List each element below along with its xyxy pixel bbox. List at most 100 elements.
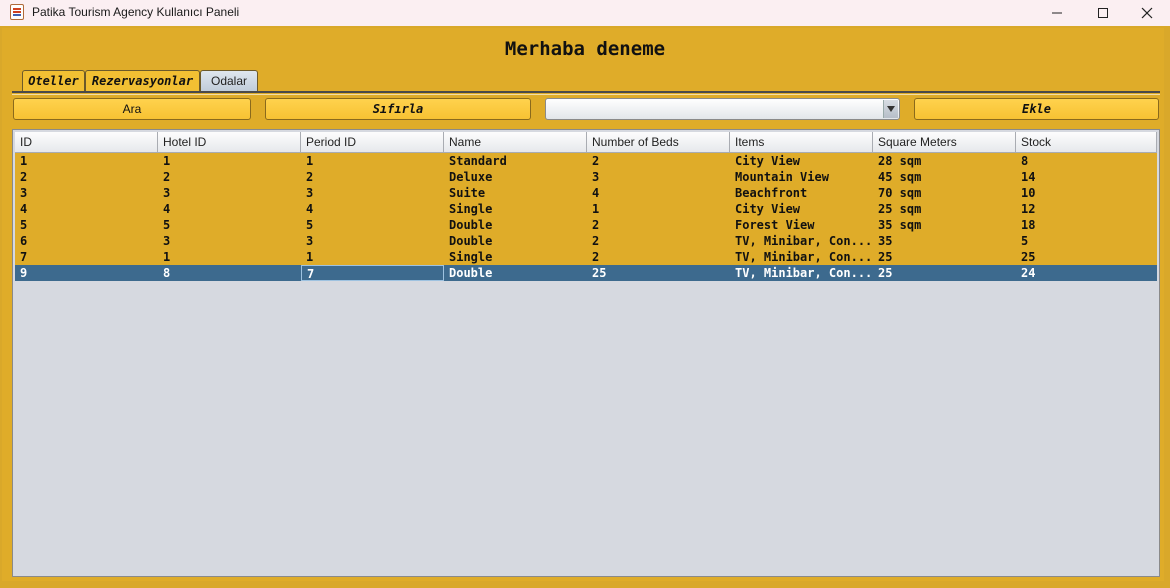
table-cell[interactable]: 3: [158, 233, 301, 249]
table-row[interactable]: 4 4 4 Single 1 City View 25 sqm 12: [15, 201, 1157, 217]
table-cell[interactable]: TV, Minibar, Con...: [730, 249, 873, 265]
table-cell[interactable]: 1: [587, 201, 730, 217]
table-cell[interactable]: Single: [444, 249, 587, 265]
tab-divider: [12, 91, 1160, 93]
table-cell[interactable]: 18: [1016, 217, 1157, 233]
table-cell[interactable]: 35: [873, 233, 1016, 249]
column-header[interactable]: Name: [444, 132, 587, 153]
table-cell[interactable]: Suite: [444, 185, 587, 201]
close-icon: [1141, 7, 1153, 19]
table-cell[interactable]: 1: [301, 153, 444, 169]
table-cell[interactable]: 2: [15, 169, 158, 185]
table-cell[interactable]: Standard: [444, 153, 587, 169]
table-cell[interactable]: 25: [1016, 249, 1157, 265]
table-cell[interactable]: 35 sqm: [873, 217, 1016, 233]
table-cell[interactable]: 4: [587, 185, 730, 201]
table-cell[interactable]: 2: [301, 169, 444, 185]
table-cell[interactable]: 45 sqm: [873, 169, 1016, 185]
table-cell[interactable]: 7: [15, 249, 158, 265]
table-row[interactable]: 3 3 3 Suite 4 Beachfront 70 sqm 10: [15, 185, 1157, 201]
table-cell[interactable]: 8: [1016, 153, 1157, 169]
minimize-button[interactable]: [1034, 0, 1080, 26]
table-header: ID Hotel ID Period ID Name Number of Beds Ite…: [15, 132, 1157, 153]
table-cell[interactable]: 25 sqm: [873, 201, 1016, 217]
maximize-button[interactable]: [1080, 0, 1126, 26]
table-cell[interactable]: 5: [1016, 233, 1157, 249]
table-cell[interactable]: Double: [444, 265, 587, 281]
column-header[interactable]: ID: [15, 132, 158, 153]
maximize-icon: [1098, 8, 1108, 18]
minimize-icon: [1052, 12, 1062, 14]
table-cell[interactable]: 3: [15, 185, 158, 201]
search-button[interactable]: Ara: [13, 98, 251, 120]
table-cell[interactable]: 10: [1016, 185, 1157, 201]
table-row[interactable]: 1 1 1 Standard 2 City View 28 sqm 8: [15, 153, 1157, 169]
table-cell[interactable]: 2: [158, 169, 301, 185]
table-cell[interactable]: 1: [15, 153, 158, 169]
java-app-icon: [10, 4, 24, 20]
table-cell[interactable]: Double: [444, 217, 587, 233]
column-header[interactable]: Square Meters: [873, 132, 1016, 153]
filter-combobox[interactable]: [545, 98, 900, 120]
add-button[interactable]: Ekle: [914, 98, 1159, 120]
table-cell[interactable]: 4: [15, 201, 158, 217]
table-cell[interactable]: City View: [730, 201, 873, 217]
reset-button[interactable]: Sıfırla: [265, 98, 531, 120]
table-cell[interactable]: 2: [587, 249, 730, 265]
tab-oteller[interactable]: Oteller: [22, 70, 85, 91]
column-header[interactable]: Items: [730, 132, 873, 153]
table-cell[interactable]: 3: [301, 185, 444, 201]
chevron-down-icon[interactable]: [883, 100, 898, 118]
column-header[interactable]: Hotel ID: [158, 132, 301, 153]
table-cell[interactable]: 2: [587, 217, 730, 233]
table-row[interactable]: 6 3 3 Double 2 TV, Minibar, Con... 35 5: [15, 233, 1157, 249]
table-cell[interactable]: Deluxe: [444, 169, 587, 185]
table-cell[interactable]: 25: [873, 265, 1016, 281]
table-cell[interactable]: 24: [1016, 265, 1157, 281]
table-cell[interactable]: 1: [158, 153, 301, 169]
table-cell[interactable]: 5: [301, 217, 444, 233]
table-cell[interactable]: 12: [1016, 201, 1157, 217]
table-cell[interactable]: 70 sqm: [873, 185, 1016, 201]
tab-odalar[interactable]: Odalar: [200, 70, 258, 92]
table-cell[interactable]: 9: [15, 265, 158, 281]
table-cell[interactable]: 2: [587, 233, 730, 249]
table-cell[interactable]: TV, Minibar, Con...: [730, 233, 873, 249]
tab-rezervasyonlar[interactable]: Rezervasyonlar: [85, 70, 200, 91]
table-cell[interactable]: Beachfront: [730, 185, 873, 201]
rooms-table[interactable]: ID Hotel ID Period ID Name Number of Beds Ite…: [12, 129, 1160, 577]
table-cell[interactable]: 25: [873, 249, 1016, 265]
table-row[interactable]: 7 1 1 Single 2 TV, Minibar, Con... 25 25: [15, 249, 1157, 265]
close-button[interactable]: [1124, 0, 1170, 26]
table-cell[interactable]: 8: [158, 265, 301, 281]
table-cell[interactable]: Double: [444, 233, 587, 249]
tab-divider-highlight: [12, 94, 1160, 95]
title-bar: Patika Tourism Agency Kullanıcı Paneli: [0, 0, 1170, 26]
table-row[interactable]: 2 2 2 Deluxe 3 Mountain View 45 sqm 14: [15, 169, 1157, 185]
table-cell[interactable]: 4: [158, 201, 301, 217]
table-cell[interactable]: 28 sqm: [873, 153, 1016, 169]
table-cell[interactable]: 4: [301, 201, 444, 217]
table-cell[interactable]: Mountain View: [730, 169, 873, 185]
table-row[interactable]: 9 8 7 Double 25 TV, Minibar, Con... 25 24: [15, 265, 1157, 281]
table-cell[interactable]: 5: [15, 217, 158, 233]
table-cell[interactable]: 1: [301, 249, 444, 265]
table-cell[interactable]: 2: [587, 153, 730, 169]
table-cell[interactable]: 3: [587, 169, 730, 185]
table-cell[interactable]: 5: [158, 217, 301, 233]
column-header[interactable]: Stock: [1016, 132, 1157, 153]
table-cell[interactable]: 7: [301, 265, 444, 281]
column-header[interactable]: Period ID: [301, 132, 444, 153]
column-header[interactable]: Number of Beds: [587, 132, 730, 153]
table-cell[interactable]: Forest View: [730, 217, 873, 233]
table-cell[interactable]: 25: [587, 265, 730, 281]
table-row[interactable]: 5 5 5 Double 2 Forest View 35 sqm 18: [15, 217, 1157, 233]
table-cell[interactable]: 3: [301, 233, 444, 249]
table-cell[interactable]: 3: [158, 185, 301, 201]
table-cell[interactable]: 6: [15, 233, 158, 249]
table-cell[interactable]: City View: [730, 153, 873, 169]
table-cell[interactable]: 14: [1016, 169, 1157, 185]
table-cell[interactable]: 1: [158, 249, 301, 265]
table-cell[interactable]: TV, Minibar, Con...: [730, 265, 873, 281]
table-cell[interactable]: Single: [444, 201, 587, 217]
